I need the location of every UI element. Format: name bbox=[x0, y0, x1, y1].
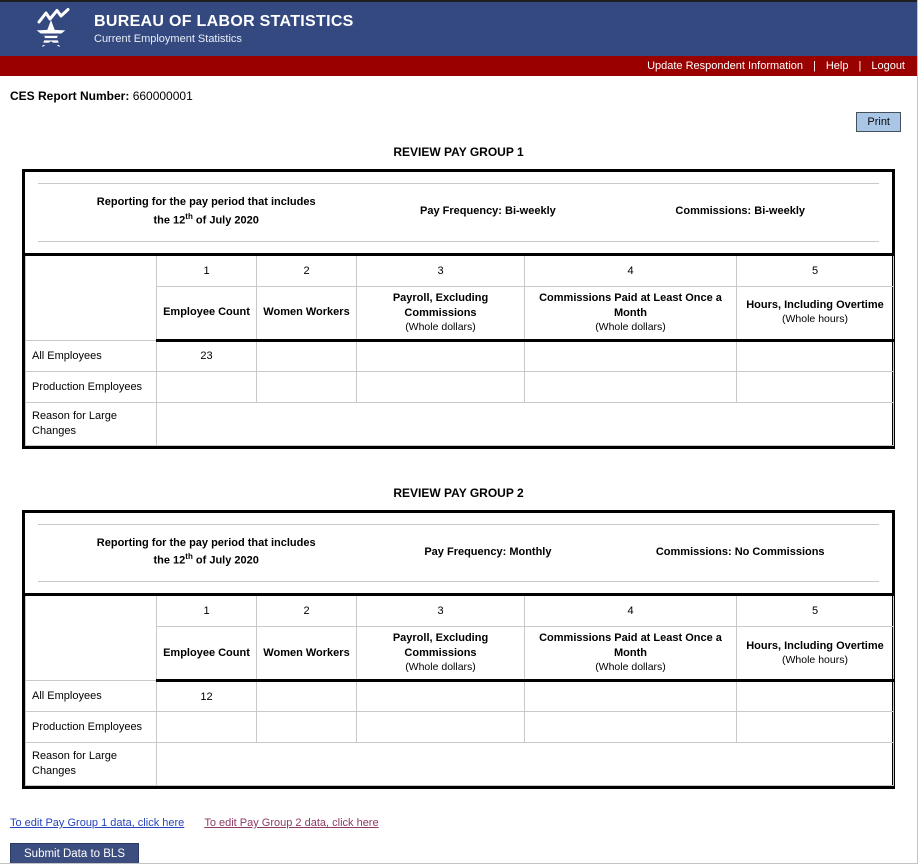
table-row-production-employees: Production Employees bbox=[25, 370, 894, 403]
table-row-production-employees: Production Employees bbox=[25, 711, 894, 744]
logout-link[interactable]: Logout bbox=[871, 60, 905, 72]
stub-cell bbox=[25, 253, 157, 341]
cell-value bbox=[356, 680, 525, 713]
cell-value: 23 bbox=[156, 339, 257, 372]
cell-value bbox=[256, 680, 357, 713]
submit-data-button[interactable]: Submit Data to BLS bbox=[10, 843, 139, 863]
table-row-all-employees: All Employees 12 bbox=[25, 680, 894, 713]
stub-cell bbox=[25, 594, 157, 682]
cell-value bbox=[356, 339, 525, 372]
help-link[interactable]: Help bbox=[826, 60, 849, 72]
pay-group-2-title: REVIEW PAY GROUP 2 bbox=[393, 485, 524, 500]
top-banner: BUREAU OF LABOR STATISTICS Current Emplo… bbox=[0, 0, 917, 56]
ces-report-number-value: 660000001 bbox=[132, 89, 193, 103]
column-number: 3 bbox=[356, 253, 525, 287]
update-respondent-info-link[interactable]: Update Respondent Information bbox=[647, 60, 803, 72]
column-header: Commissions Paid at Least Once a Month (W… bbox=[524, 626, 737, 683]
pay-group-2-grid: 1 2 3 4 5 Employee Count Women Workers P… bbox=[25, 593, 894, 787]
column-number: 2 bbox=[256, 253, 357, 287]
table-row-all-employees: All Employees 23 bbox=[25, 339, 894, 372]
pay-group-1-table: Reporting for the pay period that includ… bbox=[22, 169, 895, 449]
row-label: Reason for Large Changes bbox=[25, 401, 157, 446]
cell-value bbox=[256, 370, 357, 403]
reporting-period-text: Reporting for the pay period that includ… bbox=[96, 196, 316, 227]
cell-value bbox=[524, 680, 737, 713]
reason-cell bbox=[156, 401, 894, 446]
cell-value bbox=[524, 339, 737, 372]
cell-value bbox=[736, 680, 894, 713]
column-number-row: 1 2 3 4 5 bbox=[25, 253, 894, 341]
nav-separator: | bbox=[813, 60, 816, 72]
cell-value bbox=[736, 370, 894, 403]
cell-value bbox=[356, 711, 525, 744]
commissions-text: Commissions: Bi-weekly bbox=[675, 205, 805, 218]
submit-row: Submit Data to BLS bbox=[10, 843, 917, 863]
pay-group-1-grid: 1 2 3 4 5 Employee Count Women Workers P… bbox=[25, 252, 894, 446]
column-header-row: Employee Count Women Workers Payroll, Ex… bbox=[26, 285, 894, 342]
cell-value bbox=[524, 711, 737, 744]
commissions-text: Commissions: No Commissions bbox=[655, 545, 825, 558]
row-label: All Employees bbox=[25, 339, 157, 372]
column-number: 1 bbox=[156, 253, 257, 287]
column-header: Payroll, Excluding Commissions (Whole dol… bbox=[356, 285, 525, 342]
column-number: 5 bbox=[736, 594, 894, 628]
cell-value bbox=[256, 711, 357, 744]
column-number: 4 bbox=[524, 253, 737, 287]
row-label: Production Employees bbox=[25, 370, 157, 403]
pay-group-2-table: Reporting for the pay period that includ… bbox=[22, 509, 895, 790]
print-button[interactable]: Print bbox=[856, 112, 901, 132]
cell-value bbox=[156, 370, 257, 403]
column-header: Employee Count bbox=[156, 285, 257, 342]
cell-value bbox=[156, 711, 257, 744]
print-row: Print bbox=[0, 103, 917, 132]
cell-value bbox=[736, 711, 894, 744]
column-number: 5 bbox=[736, 253, 894, 287]
column-number-row: 1 2 3 4 5 bbox=[25, 594, 894, 682]
column-header: Women Workers bbox=[256, 626, 357, 683]
pay-frequency-text: Pay Frequency: Monthly bbox=[424, 545, 552, 558]
pay-group-1-info-row: Reporting for the pay period that includ… bbox=[38, 183, 879, 242]
table-row-reason-for-large-changes: Reason for Large Changes bbox=[25, 742, 894, 787]
column-header: Payroll, Excluding Commissions (Whole dol… bbox=[356, 626, 525, 683]
pay-group-2-info-row: Reporting for the pay period that includ… bbox=[38, 523, 879, 583]
table-row-reason-for-large-changes: Reason for Large Changes bbox=[25, 401, 894, 446]
cell-value bbox=[524, 370, 737, 403]
row-label: All Employees bbox=[25, 680, 157, 713]
column-header-row: Employee Count Women Workers Payroll, Ex… bbox=[26, 626, 894, 683]
reporting-period-text: Reporting for the pay period that includ… bbox=[96, 536, 316, 568]
cell-value bbox=[356, 370, 525, 403]
column-number: 4 bbox=[524, 594, 737, 628]
agency-title: BUREAU OF LABOR STATISTICS bbox=[94, 13, 354, 30]
row-label: Reason for Large Changes bbox=[25, 742, 157, 787]
cell-value bbox=[736, 339, 894, 372]
column-number: 1 bbox=[156, 594, 257, 628]
column-header: Commissions Paid at Least Once a Month (W… bbox=[524, 285, 737, 342]
column-header: Hours, Including Overtime (Whole hours) bbox=[736, 626, 894, 683]
banner-text: BUREAU OF LABOR STATISTICS Current Emplo… bbox=[94, 13, 354, 45]
column-header: Hours, Including Overtime (Whole hours) bbox=[736, 285, 894, 342]
cell-value bbox=[256, 339, 357, 372]
pay-group-1-title: REVIEW PAY GROUP 1 bbox=[393, 145, 524, 159]
column-header: Employee Count bbox=[156, 626, 257, 683]
column-number: 3 bbox=[356, 594, 525, 628]
column-number: 2 bbox=[256, 594, 357, 628]
nav-separator: | bbox=[858, 60, 862, 72]
ces-report-number-label: CES Report Number: bbox=[10, 89, 130, 103]
ces-report-number: CES Report Number: 660000001 bbox=[0, 76, 917, 103]
page: BUREAU OF LABOR STATISTICS Current Emplo… bbox=[0, 0, 918, 864]
edit-links-row: To edit Pay Group 1 data, click here To … bbox=[10, 817, 917, 829]
pay-frequency-text: Pay Frequency: Bi-weekly bbox=[420, 205, 556, 218]
program-subtitle: Current Employment Statistics bbox=[94, 33, 242, 45]
column-header: Women Workers bbox=[256, 285, 357, 342]
edit-pay-group-2-link[interactable]: To edit Pay Group 2 data, click here bbox=[204, 817, 378, 829]
row-label: Production Employees bbox=[25, 711, 157, 744]
bls-star-logo-icon bbox=[33, 8, 70, 48]
reason-cell bbox=[156, 742, 894, 787]
edit-pay-group-1-link[interactable]: To edit Pay Group 1 data, click here bbox=[10, 817, 184, 829]
cell-value: 12 bbox=[156, 680, 257, 713]
red-nav-bar: Update Respondent Information | Help | L… bbox=[0, 56, 917, 76]
